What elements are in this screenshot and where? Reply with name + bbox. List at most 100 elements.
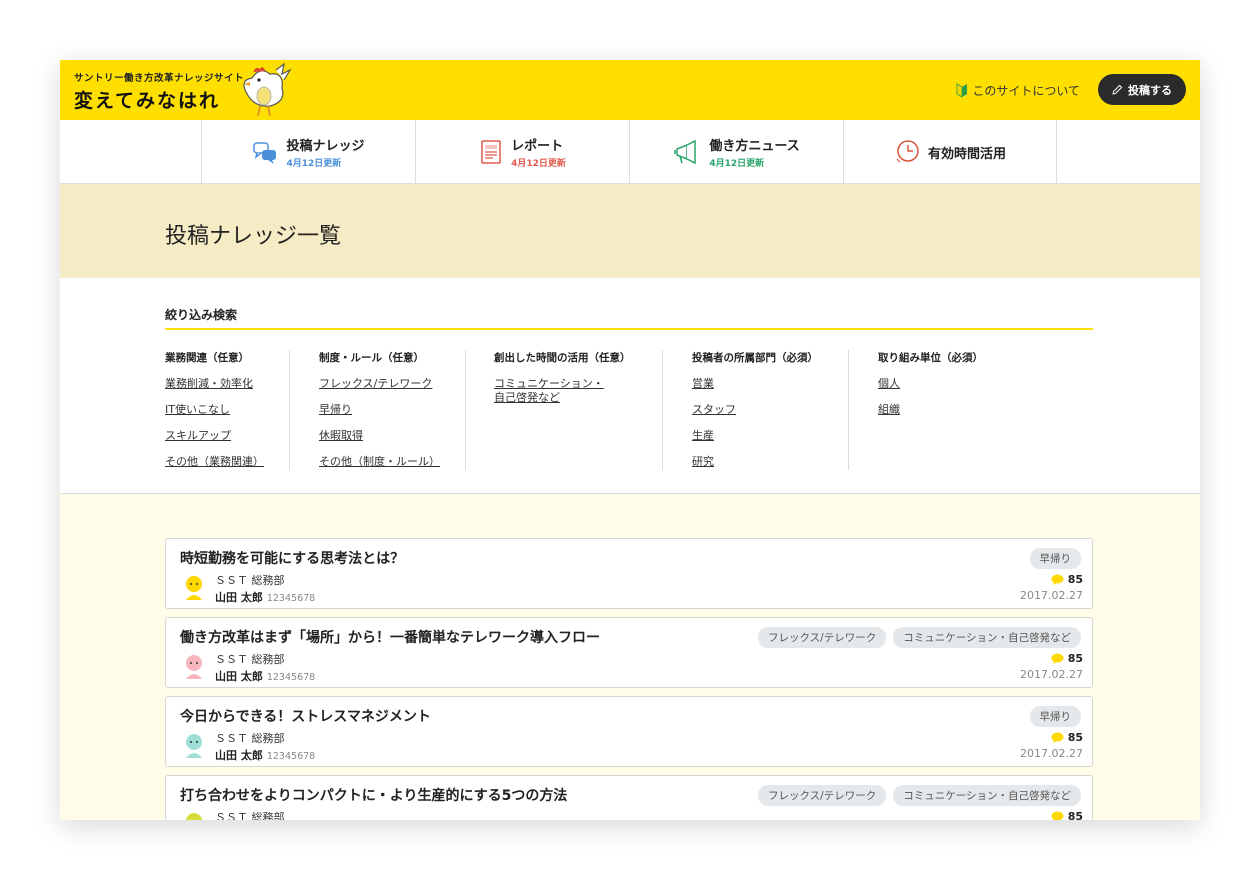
post-button-label: 投稿する (1128, 83, 1172, 97)
post-department: ＳＳＴ 総務部 (215, 574, 285, 587)
comment-bubble-icon (1051, 653, 1064, 664)
nav-label-knowledge: 投稿ナレッジ (286, 139, 365, 154)
nav-item-time[interactable]: 有効時間活用 (843, 120, 1057, 184)
filter-column-department: 投稿者の所属部門（必須） 営業 スタッフ 生産 研究 (692, 350, 849, 470)
post-title: 働き方改革はまず「場所」から！一番簡単なテレワーク導入フロー (180, 630, 600, 646)
chicken-mascot-icon (243, 62, 292, 117)
post-card[interactable]: 働き方改革はまず「場所」から！一番簡単なテレワーク導入フロー フレックス/テレワ… (165, 617, 1093, 688)
nav-label-time: 有効時間活用 (927, 146, 1006, 162)
post-tag[interactable]: 早帰り (1029, 548, 1081, 569)
avatar-icon (186, 655, 202, 679)
about-site-label: このサイトについて (972, 83, 1080, 98)
post-department: ＳＳＴ 総務部 (215, 732, 285, 745)
post-tag[interactable]: コミュニケーション・自己啓発など (893, 627, 1081, 648)
post-author: 山田 太郎 12345678 (215, 747, 315, 763)
post-list: 時短勤務を可能にする思考法とは？ 早帰り ＳＳＴ 総務部 山田 太郎 123456… (165, 538, 1093, 820)
post-likes: 85 (1051, 810, 1083, 820)
filter-link-it[interactable]: IT使いこなし (165, 403, 289, 417)
post-department: ＳＳＴ 総務部 (215, 653, 285, 666)
filter-link-vacation[interactable]: 休暇取得 (319, 429, 465, 443)
nav-label-news: 働き方ニュース (709, 139, 800, 154)
post-card[interactable]: 今日からできる！ストレスマネジメント 早帰り ＳＳＴ 総務部 山田 太郎 1234… (165, 696, 1093, 767)
post-like-count: 85 (1067, 652, 1083, 665)
post-title: 時短勤務を可能にする思考法とは？ (180, 551, 405, 567)
filter-link-staff[interactable]: スタッフ (692, 403, 848, 417)
nav-item-report[interactable]: レポート 4月12日更新 (415, 120, 629, 184)
nav-label-report: レポート (511, 139, 564, 154)
post-tags: フレックス/テレワーク コミュニケーション・自己啓発など (757, 627, 1081, 648)
comment-bubble-icon (1051, 732, 1064, 743)
filter-column-unit: 取り組み単位（必須） 個人 組織 (878, 350, 1078, 470)
post-like-count: 85 (1067, 573, 1083, 586)
post-author-id: 12345678 (266, 672, 316, 683)
report-icon (481, 140, 501, 164)
filter-column-rules: 制度・ルール（任意） フレックス/テレワーク 早帰り 休暇取得 その他（制度・ル… (319, 350, 466, 470)
filter-link-skillup[interactable]: スキルアップ (165, 429, 289, 443)
filter-link-efficiency[interactable]: 業務削減・効率化 (165, 377, 289, 391)
filter-link-communication[interactable]: コミュニケーション・ 自己啓発など (494, 377, 662, 405)
filter-column-time-usage: 創出した時間の活用（任意） コミュニケーション・ 自己啓発など (494, 350, 663, 470)
post-like-count: 85 (1067, 810, 1083, 820)
filter-panel: 絞り込み検索 業務関連（任意） 業務削減・効率化 IT使いこなし スキルアップ … (60, 278, 1200, 494)
nav-item-news[interactable]: 働き方ニュース 4月12日更新 (629, 120, 843, 184)
post-author-id: 12345678 (266, 751, 316, 762)
chat-bubbles-icon (253, 142, 277, 164)
post-tag[interactable]: コミュニケーション・自己啓発など (893, 785, 1081, 806)
filter-link-individual[interactable]: 個人 (878, 377, 1078, 391)
nav-date-news: 4月12日更新 (709, 159, 765, 169)
nav-date-knowledge: 4月12日更新 (286, 159, 342, 169)
nav-item-knowledge[interactable]: 投稿ナレッジ 4月12日更新 (201, 120, 415, 184)
post-author-name: 山田 太郎 (215, 670, 263, 683)
post-author: 山田 太郎 12345678 (215, 668, 315, 684)
browser-frame: サントリー働き方改革ナレッジサイト 変えてみなはれ このサイトについて 投稿する (60, 60, 1200, 820)
post-author-name: 山田 太郎 (215, 591, 263, 604)
post-tags: 早帰り (1029, 706, 1081, 727)
beginner-mark-icon (956, 83, 968, 98)
post-author-name: 山田 太郎 (215, 749, 263, 762)
filter-column-title: 業務関連（任意） (165, 352, 249, 364)
post-department: ＳＳＴ 総務部 (215, 811, 285, 820)
filter-column-title: 制度・ルール（任意） (319, 352, 424, 364)
post-tags: 早帰り (1029, 548, 1081, 569)
filter-link-production[interactable]: 生産 (692, 429, 848, 443)
about-site-link[interactable]: このサイトについて (956, 80, 1080, 100)
post-date: 2017.02.27 (1020, 668, 1083, 681)
post-title: 打ち合わせをよりコンパクトに・より生産的にする5つの方法 (180, 788, 568, 804)
post-like-count: 85 (1067, 731, 1083, 744)
post-tags: フレックス/テレワーク コミュニケーション・自己啓発など (757, 785, 1081, 806)
filter-link-sales[interactable]: 営業 (692, 377, 848, 391)
post-date: 2017.02.27 (1020, 747, 1083, 760)
post-likes: 85 (1051, 573, 1083, 586)
filter-column-title: 創出した時間の活用（任意） (494, 352, 631, 364)
filter-column-title: 取り組み単位（必須） (878, 352, 983, 364)
filter-link-rules-other[interactable]: その他（制度・ルール） (319, 455, 465, 469)
clock-icon (896, 140, 919, 163)
pencil-icon (1112, 84, 1123, 95)
post-likes: 85 (1051, 731, 1083, 744)
post-author: 山田 太郎 12345678 (215, 589, 315, 605)
page-title-band: 投稿ナレッジ一覧 (60, 184, 1200, 278)
comment-bubble-icon (1051, 574, 1064, 585)
post-card[interactable]: 打ち合わせをよりコンパクトに・より生産的にする5つの方法 フレックス/テレワーク… (165, 775, 1093, 820)
post-author-id: 12345678 (266, 593, 316, 604)
site-header: サントリー働き方改革ナレッジサイト 変えてみなはれ このサイトについて 投稿する (60, 60, 1200, 120)
post-tag[interactable]: フレックス/テレワーク (757, 627, 887, 648)
filter-divider (165, 328, 1093, 330)
post-card[interactable]: 時短勤務を可能にする思考法とは？ 早帰り ＳＳＴ 総務部 山田 太郎 123456… (165, 538, 1093, 609)
post-tag[interactable]: 早帰り (1029, 706, 1081, 727)
post-title: 今日からできる！ストレスマネジメント (180, 709, 431, 725)
filter-link-business-other[interactable]: その他（業務関連） (165, 455, 289, 469)
site-logo-title[interactable]: 変えてみなはれ (74, 86, 220, 113)
site-subtitle: サントリー働き方改革ナレッジサイト (74, 73, 245, 84)
filter-link-early-leave[interactable]: 早帰り (319, 403, 465, 417)
filter-column-business: 業務関連（任意） 業務削減・効率化 IT使いこなし スキルアップ その他（業務関… (165, 350, 290, 470)
filter-link-organization[interactable]: 組織 (878, 403, 1078, 417)
main-nav: 投稿ナレッジ 4月12日更新 レポート 4月12日更新 働き方ニュース 4月12… (60, 120, 1200, 184)
filter-column-title: 投稿者の所属部門（必須） (692, 352, 818, 364)
post-date: 2017.02.27 (1020, 589, 1083, 602)
post-tag[interactable]: フレックス/テレワーク (757, 785, 887, 806)
post-button[interactable]: 投稿する (1098, 74, 1186, 105)
filter-link-research[interactable]: 研究 (692, 455, 848, 469)
filter-link-flex-telework[interactable]: フレックス/テレワーク (319, 377, 465, 391)
megaphone-icon (674, 139, 697, 165)
